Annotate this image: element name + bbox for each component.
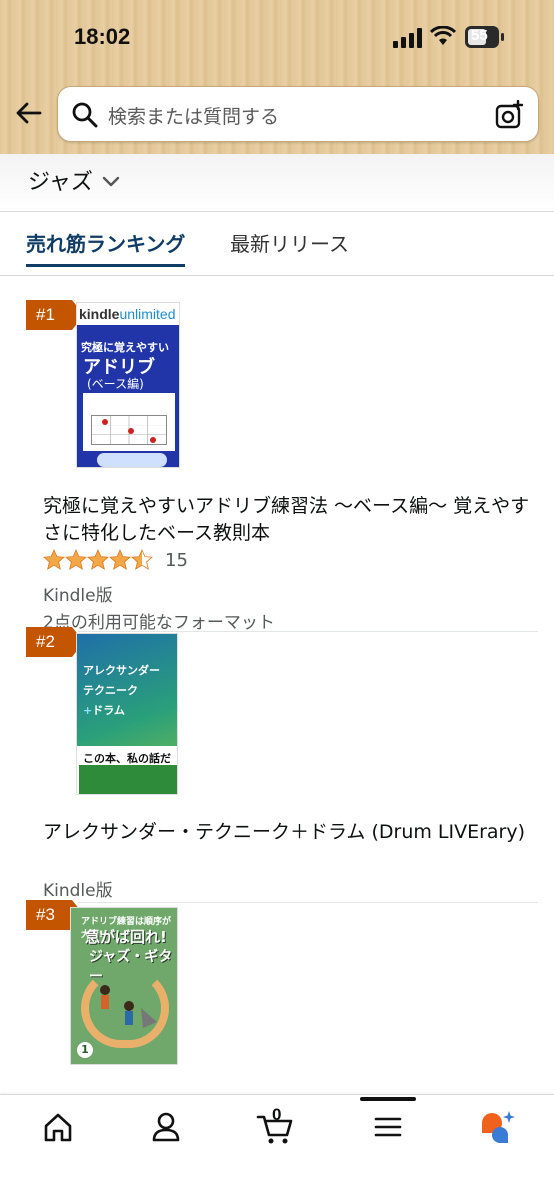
format-label: Kindle版 bbox=[43, 586, 113, 606]
category-label[interactable]: ジャズ bbox=[28, 164, 93, 196]
camera-scan-icon[interactable] bbox=[494, 100, 524, 130]
star-rating[interactable]: 15 bbox=[43, 549, 188, 571]
product-title[interactable]: アレクサンダー・テクニーク＋ドラム (Drum LIVErary) bbox=[43, 819, 533, 846]
cover-text: この本、私の話だ bbox=[83, 752, 171, 765]
search-icon bbox=[72, 102, 98, 128]
cover-text: テクニーク bbox=[83, 684, 138, 697]
cover-text: (ベース編) bbox=[87, 377, 144, 391]
ranking-tabs: 売れ筋ランキング 最新リリース bbox=[0, 212, 554, 276]
category-selector[interactable]: ジャズ bbox=[0, 154, 554, 212]
cover-text: 急がば回れ! bbox=[85, 928, 167, 946]
product-title[interactable]: 究極に覚えやすいアドリブ練習法 〜ベース編〜 覚えやすさに特化したベース教則本 bbox=[43, 493, 533, 547]
book-cover-2[interactable]: アレクサンダー テクニーク +ドラム この本、私の話だ bbox=[76, 633, 178, 795]
wifi-icon bbox=[430, 26, 456, 45]
account-icon[interactable] bbox=[146, 1109, 186, 1145]
volume-number: 1 bbox=[77, 1042, 93, 1058]
rank-badge: #2 bbox=[26, 627, 84, 657]
cart-count: 0 bbox=[272, 1105, 282, 1124]
cart-button[interactable]: 0 bbox=[256, 1105, 296, 1145]
format-label: Kindle版 bbox=[43, 881, 113, 901]
cover-text: ドラム bbox=[92, 704, 125, 717]
rufus-assistant-icon[interactable] bbox=[478, 1109, 518, 1145]
rating-stars-icon bbox=[43, 549, 153, 570]
book-cover-1[interactable]: kindleunlimited 究極に覚えやすい アドリブ (ベース編) bbox=[76, 302, 180, 468]
book-cover-3[interactable]: アドリブ練習は順序が大事! 急がば回れ! ジャズ・ギター 1 bbox=[70, 907, 178, 1065]
status-time: 18:02 bbox=[74, 24, 131, 49]
bottom-navigation: 0 bbox=[0, 1094, 554, 1200]
header-bar: 18:02 55 検索または質問する bbox=[0, 0, 554, 154]
guitarist-illustration bbox=[100, 985, 157, 1028]
chevron-down-icon[interactable] bbox=[100, 170, 122, 192]
cellular-signal-icon bbox=[393, 28, 422, 48]
active-tab-indicator bbox=[360, 1097, 416, 1101]
divider bbox=[78, 631, 538, 632]
battery-icon: 55 bbox=[465, 26, 505, 48]
tab-best-sellers[interactable]: 売れ筋ランキング bbox=[26, 228, 186, 267]
status-bar: 18:02 55 bbox=[0, 22, 554, 56]
cover-text: アレクサンダー bbox=[83, 664, 160, 677]
tab-new-releases[interactable]: 最新リリース bbox=[230, 228, 349, 257]
rating-count: 15 bbox=[165, 549, 188, 571]
rank-badge: #3 bbox=[26, 900, 84, 930]
divider bbox=[78, 902, 538, 903]
menu-icon[interactable] bbox=[368, 1109, 408, 1145]
search-placeholder[interactable]: 検索または質問する bbox=[108, 102, 279, 129]
search-bar[interactable]: 検索または質問する bbox=[57, 86, 539, 142]
home-icon[interactable] bbox=[38, 1109, 78, 1145]
battery-level: 55 bbox=[471, 27, 488, 44]
kindle-unlimited-logo: kindleunlimited bbox=[79, 306, 176, 322]
back-arrow-icon[interactable] bbox=[14, 98, 44, 128]
rank-badge: #1 bbox=[26, 300, 84, 330]
